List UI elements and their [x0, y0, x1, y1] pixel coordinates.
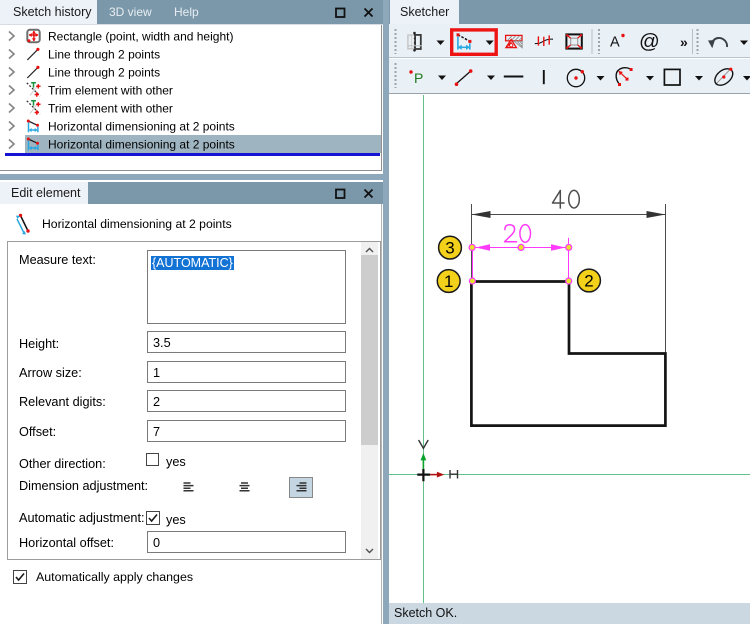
- svg-text:Rectangle (point, width and he: Rectangle (point, width and height): [48, 30, 233, 44]
- svg-text:@: @: [639, 30, 660, 53]
- svg-text:3: 3: [445, 239, 454, 258]
- svg-text:Horizontal dimensioning at 2 p: Horizontal dimensioning at 2 points: [48, 138, 235, 152]
- svg-text:Trim element with other: Trim element with other: [48, 84, 173, 98]
- svg-text:Line through 2 points: Line through 2 points: [48, 48, 160, 62]
- svg-text:Trim element with other: Trim element with other: [48, 102, 173, 116]
- svg-text:Horizontal dimensioning at 2 p: Horizontal dimensioning at 2 points: [48, 120, 235, 134]
- svg-text:Line through 2 points: Line through 2 points: [48, 66, 160, 80]
- svg-text:A: A: [610, 35, 620, 51]
- svg-text:1: 1: [444, 272, 453, 291]
- svg-text:»: »: [680, 34, 688, 50]
- svg-text:2: 2: [584, 272, 593, 291]
- svg-text:P: P: [414, 70, 423, 86]
